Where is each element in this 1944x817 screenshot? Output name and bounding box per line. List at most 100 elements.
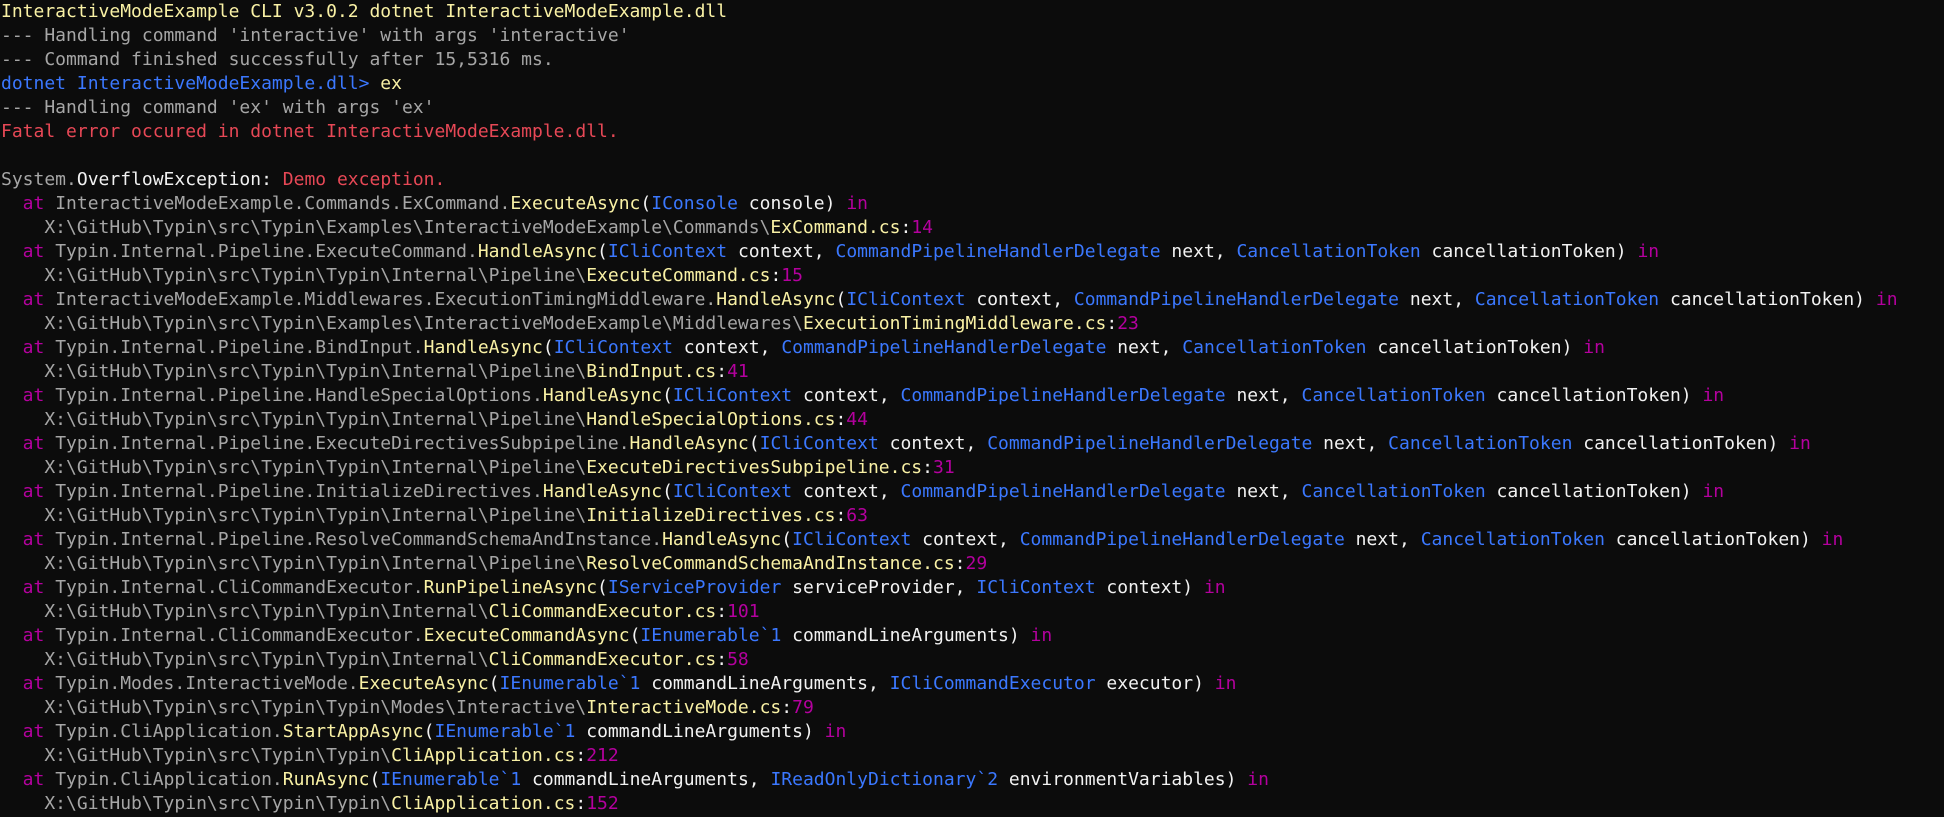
terminal-text-segment: X:\GitHub\Typin\src\Typin\Typin\Modes\In… bbox=[1, 697, 587, 718]
terminal-text-segment: IEnumerable`1 bbox=[434, 721, 576, 742]
terminal-text-segment: HandleAsync bbox=[629, 433, 749, 454]
terminal-text-segment: CliApplication.cs bbox=[391, 793, 576, 814]
terminal-text-segment: 44 bbox=[846, 409, 868, 430]
terminal-line: --- Command finished successfully after … bbox=[1, 48, 1944, 72]
terminal-text-segment: ExecutionTimingMiddleware.cs bbox=[802, 313, 1107, 334]
terminal-text-segment: ResolveCommandSchemaAndInstance.cs bbox=[586, 553, 955, 574]
terminal-text-segment: context) bbox=[1095, 577, 1204, 598]
terminal-text-segment: InitializeDirectives.cs bbox=[586, 505, 836, 526]
terminal-text-segment: next, bbox=[1106, 337, 1183, 358]
terminal-text-segment: ( bbox=[597, 577, 608, 598]
terminal-line: at Typin.Internal.Pipeline.ResolveComman… bbox=[1, 528, 1944, 552]
terminal-text-segment: IEnumerable`1 bbox=[640, 625, 782, 646]
terminal-text-segment: ( bbox=[423, 721, 435, 742]
terminal-text-segment: cancellationToken) bbox=[1366, 337, 1584, 358]
terminal-text-segment: ExecuteDirectivesSubpipeline.cs bbox=[586, 457, 923, 478]
terminal-line: X:\GitHub\Typin\src\Typin\Typin\Internal… bbox=[1, 648, 1944, 672]
terminal-text-segment: at bbox=[1, 193, 56, 214]
terminal-text-segment: : bbox=[835, 505, 847, 526]
terminal-line: X:\GitHub\Typin\src\Typin\Typin\Internal… bbox=[1, 504, 1944, 528]
terminal-text-segment: ( bbox=[835, 289, 847, 310]
terminal-text-segment: ICliCommandExecutor bbox=[889, 673, 1096, 694]
terminal-text-segment: X:\GitHub\Typin\src\Typin\Examples\Inter… bbox=[1, 313, 803, 334]
terminal-line: at Typin.Internal.CliCommandExecutor.Exe… bbox=[1, 624, 1944, 648]
terminal-text-segment: --- Handling command 'ex' with args 'ex' bbox=[1, 97, 435, 118]
terminal-text-segment: in bbox=[1247, 769, 1269, 790]
terminal-text-segment: at bbox=[1, 481, 56, 502]
terminal-line: X:\GitHub\Typin\src\Typin\Typin\CliAppli… bbox=[1, 792, 1944, 816]
terminal-text-segment: IEnumerable`1 bbox=[380, 769, 522, 790]
terminal-line: at Typin.Internal.Pipeline.ExecuteComman… bbox=[1, 240, 1944, 264]
terminal-text-segment: --- Handling command 'interactive' with … bbox=[1, 25, 630, 46]
terminal-text-segment: 212 bbox=[586, 745, 619, 766]
terminal-text-segment: cancellationToken) bbox=[1420, 241, 1638, 262]
terminal-text-segment: HandleAsync bbox=[542, 385, 663, 406]
terminal-text-segment: HandleSpecialOptions.cs bbox=[586, 409, 836, 430]
terminal-text-segment: 29 bbox=[965, 553, 988, 574]
terminal-text-segment: Typin.Internal.Pipeline.InitializeDirect… bbox=[55, 481, 543, 502]
terminal-text-segment: ( bbox=[662, 385, 673, 406]
terminal-text-segment: next, bbox=[1312, 433, 1389, 454]
terminal-text-segment: ( bbox=[369, 769, 381, 790]
terminal-text-segment: in bbox=[1875, 289, 1898, 310]
terminal-text-segment: 14 bbox=[911, 217, 933, 238]
terminal-text-segment: CancellationToken bbox=[1474, 289, 1660, 310]
terminal-line: at Typin.Internal.Pipeline.InitializeDir… bbox=[1, 480, 1944, 504]
terminal-line: at Typin.CliApplication.StartAppAsync(IE… bbox=[1, 720, 1944, 744]
terminal-text-segment: 58 bbox=[727, 649, 749, 670]
terminal-text-segment: CancellationToken bbox=[1388, 433, 1573, 454]
terminal-text-segment: CommandPipelineHandlerDelegate bbox=[900, 481, 1226, 502]
terminal-text-segment: in bbox=[1203, 577, 1226, 598]
terminal-text-segment: context, bbox=[965, 289, 1074, 310]
terminal-text-segment: at bbox=[1, 337, 56, 358]
terminal-text-segment: cancellationToken) bbox=[1659, 289, 1876, 310]
terminal-text-segment: ExecuteAsync bbox=[358, 673, 489, 694]
terminal-text-segment: X:\GitHub\Typin\src\Typin\Typin\ bbox=[1, 793, 392, 814]
terminal-line: at InteractiveModeExample.Middlewares.Ex… bbox=[1, 288, 1944, 312]
terminal-text-segment: 15 bbox=[781, 265, 803, 286]
terminal-text-segment: InteractiveMode.cs bbox=[586, 697, 782, 718]
terminal-text-segment: CommandPipelineHandlerDelegate bbox=[900, 385, 1226, 406]
terminal-text-segment: ( bbox=[542, 337, 554, 358]
terminal-text-segment: X:\GitHub\Typin\src\Typin\Typin\Internal… bbox=[1, 457, 587, 478]
terminal-text-segment: ( bbox=[488, 673, 500, 694]
terminal-text-segment: X:\GitHub\Typin\src\Typin\Examples\Inter… bbox=[1, 217, 771, 238]
terminal-text-segment: CancellationToken bbox=[1420, 529, 1605, 550]
terminal-line: X:\GitHub\Typin\src\Typin\Typin\Internal… bbox=[1, 600, 1944, 624]
terminal-line: at Typin.CliApplication.RunAsync(IEnumer… bbox=[1, 768, 1944, 792]
terminal-output[interactable]: InteractiveModeExample CLI v3.0.2 dotnet… bbox=[0, 0, 1944, 817]
terminal-text-segment: 63 bbox=[846, 505, 868, 526]
terminal-text-segment: in bbox=[1789, 433, 1811, 454]
terminal-text-segment: : bbox=[716, 649, 728, 670]
terminal-text-segment: CliApplication.cs bbox=[391, 745, 576, 766]
terminal-text-segment: commandLineArguments) bbox=[575, 721, 825, 742]
terminal-text-segment: ExCommand.cs bbox=[770, 217, 901, 238]
terminal-text-segment: 23 bbox=[1117, 313, 1139, 334]
terminal-text-segment: ExecuteCommandAsync bbox=[423, 625, 630, 646]
terminal-text-segment: X:\GitHub\Typin\src\Typin\Typin\Internal… bbox=[1, 361, 587, 382]
terminal-line: System.OverflowException: Demo exception… bbox=[1, 168, 1944, 192]
terminal-text-segment: in bbox=[1030, 625, 1053, 646]
terminal-text-segment: X:\GitHub\Typin\src\Typin\Typin\Internal… bbox=[1, 265, 587, 286]
terminal-text-segment: ( bbox=[748, 433, 760, 454]
terminal-text-segment: Typin.Internal.CliCommandExecutor. bbox=[55, 625, 424, 646]
terminal-line: X:\GitHub\Typin\src\Typin\Typin\Internal… bbox=[1, 264, 1944, 288]
terminal-text-segment: in bbox=[1214, 673, 1237, 694]
terminal-text-segment: in bbox=[1702, 385, 1725, 406]
terminal-text-segment: cancellationToken) bbox=[1485, 481, 1703, 502]
terminal-text-segment: at bbox=[1, 625, 56, 646]
terminal-line: X:\GitHub\Typin\src\Typin\Typin\Internal… bbox=[1, 408, 1944, 432]
terminal-text-segment: at bbox=[1, 721, 56, 742]
terminal-text-segment: CancellationToken bbox=[1182, 337, 1367, 358]
terminal-text-segment: BindInput.cs bbox=[586, 361, 717, 382]
terminal-text-segment: : bbox=[770, 265, 782, 286]
terminal-text-segment: context, bbox=[911, 529, 1020, 550]
terminal-text-segment: IServiceProvider bbox=[607, 577, 782, 598]
terminal-text-segment: at bbox=[1, 529, 56, 550]
terminal-text-segment: CommandPipelineHandlerDelegate bbox=[1019, 529, 1345, 550]
terminal-text-segment: HandleAsync bbox=[716, 289, 836, 310]
terminal-text-segment: next, bbox=[1225, 385, 1302, 406]
terminal-text-segment: Typin.Internal.Pipeline.BindInput. bbox=[55, 337, 424, 358]
terminal-text-segment: Typin.CliApplication. bbox=[55, 769, 283, 790]
terminal-line: at Typin.Modes.InteractiveMode.ExecuteAs… bbox=[1, 672, 1944, 696]
